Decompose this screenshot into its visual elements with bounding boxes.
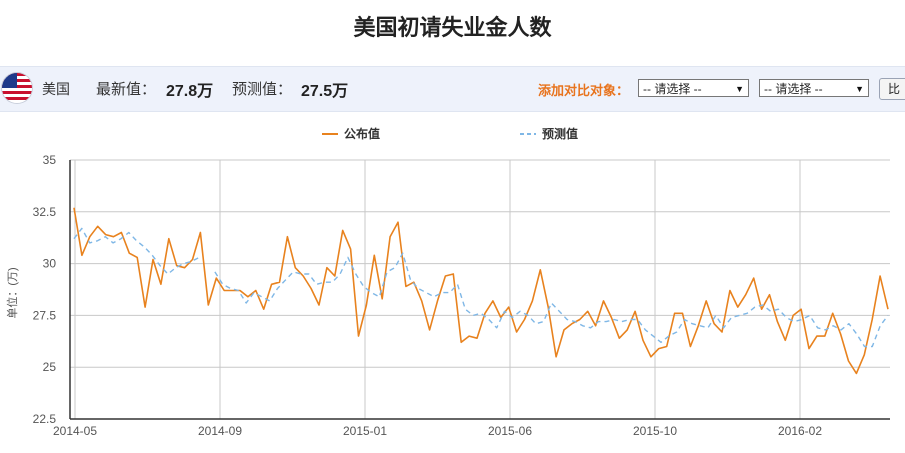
compare-select-2[interactable]: -- 请选择 -- ▼ bbox=[759, 79, 869, 97]
x-tick-label: 2015-06 bbox=[488, 424, 532, 438]
y-axis-title: 单位：(万) bbox=[5, 267, 19, 318]
compare-label: 添加对比对象： bbox=[538, 83, 630, 98]
y-tick-label: 32.5 bbox=[33, 205, 57, 219]
dropdown-arrow-icon: ▼ bbox=[855, 84, 864, 94]
chart-series bbox=[73, 207, 889, 375]
page-title: 美国初请失业金人数 bbox=[353, 15, 552, 40]
legend: 公布值 预测值 bbox=[322, 126, 578, 141]
y-tick-label: 35 bbox=[43, 153, 57, 167]
x-tick-label: 2015-01 bbox=[343, 424, 387, 438]
series-line-actual bbox=[73, 207, 889, 375]
line-chart: 公布值 预测值 22.52527.53032.535 2014-05 2014-09… bbox=[5, 126, 890, 438]
compare-select-2-value: -- 请选择 -- bbox=[764, 82, 823, 96]
compare-select-1[interactable]: -- 请选择 -- ▼ bbox=[638, 79, 749, 97]
x-tick-label: 2015-10 bbox=[633, 424, 677, 438]
info-bar: 美国 最新值： 27.8万 预测值： 27.5万 添加对比对象： -- 请选择 … bbox=[0, 66, 905, 112]
latest-value: 27.8万 bbox=[166, 83, 214, 100]
country-label: 美国 bbox=[42, 81, 70, 97]
forecast-value: 27.5万 bbox=[301, 83, 349, 100]
latest-value-label: 最新值： bbox=[96, 81, 157, 98]
y-axis-labels: 22.52527.53032.535 bbox=[33, 153, 57, 426]
x-tick-label: 2016-02 bbox=[778, 424, 822, 438]
y-tick-label: 30 bbox=[43, 257, 57, 271]
y-tick-label: 27.5 bbox=[33, 308, 57, 322]
legend-label[interactable]: 公布值 bbox=[344, 126, 380, 141]
dropdown-arrow-icon: ▼ bbox=[735, 84, 744, 94]
compare-select-1-value: -- 请选择 -- bbox=[643, 82, 702, 96]
legend-label[interactable]: 预测值 bbox=[542, 126, 578, 141]
y-tick-label: 25 bbox=[43, 360, 57, 374]
x-tick-label: 2014-09 bbox=[198, 424, 242, 438]
x-axis-labels: 2014-05 2014-09 2015-01 2015-06 2015-10 2016-… bbox=[53, 424, 822, 438]
us-flag-icon bbox=[2, 73, 32, 103]
compare-button[interactable]: 比 bbox=[879, 78, 905, 100]
forecast-value-label: 预测值： bbox=[232, 81, 293, 98]
x-tick-label: 2014-05 bbox=[53, 424, 97, 438]
chart-grid bbox=[69, 159, 890, 420]
